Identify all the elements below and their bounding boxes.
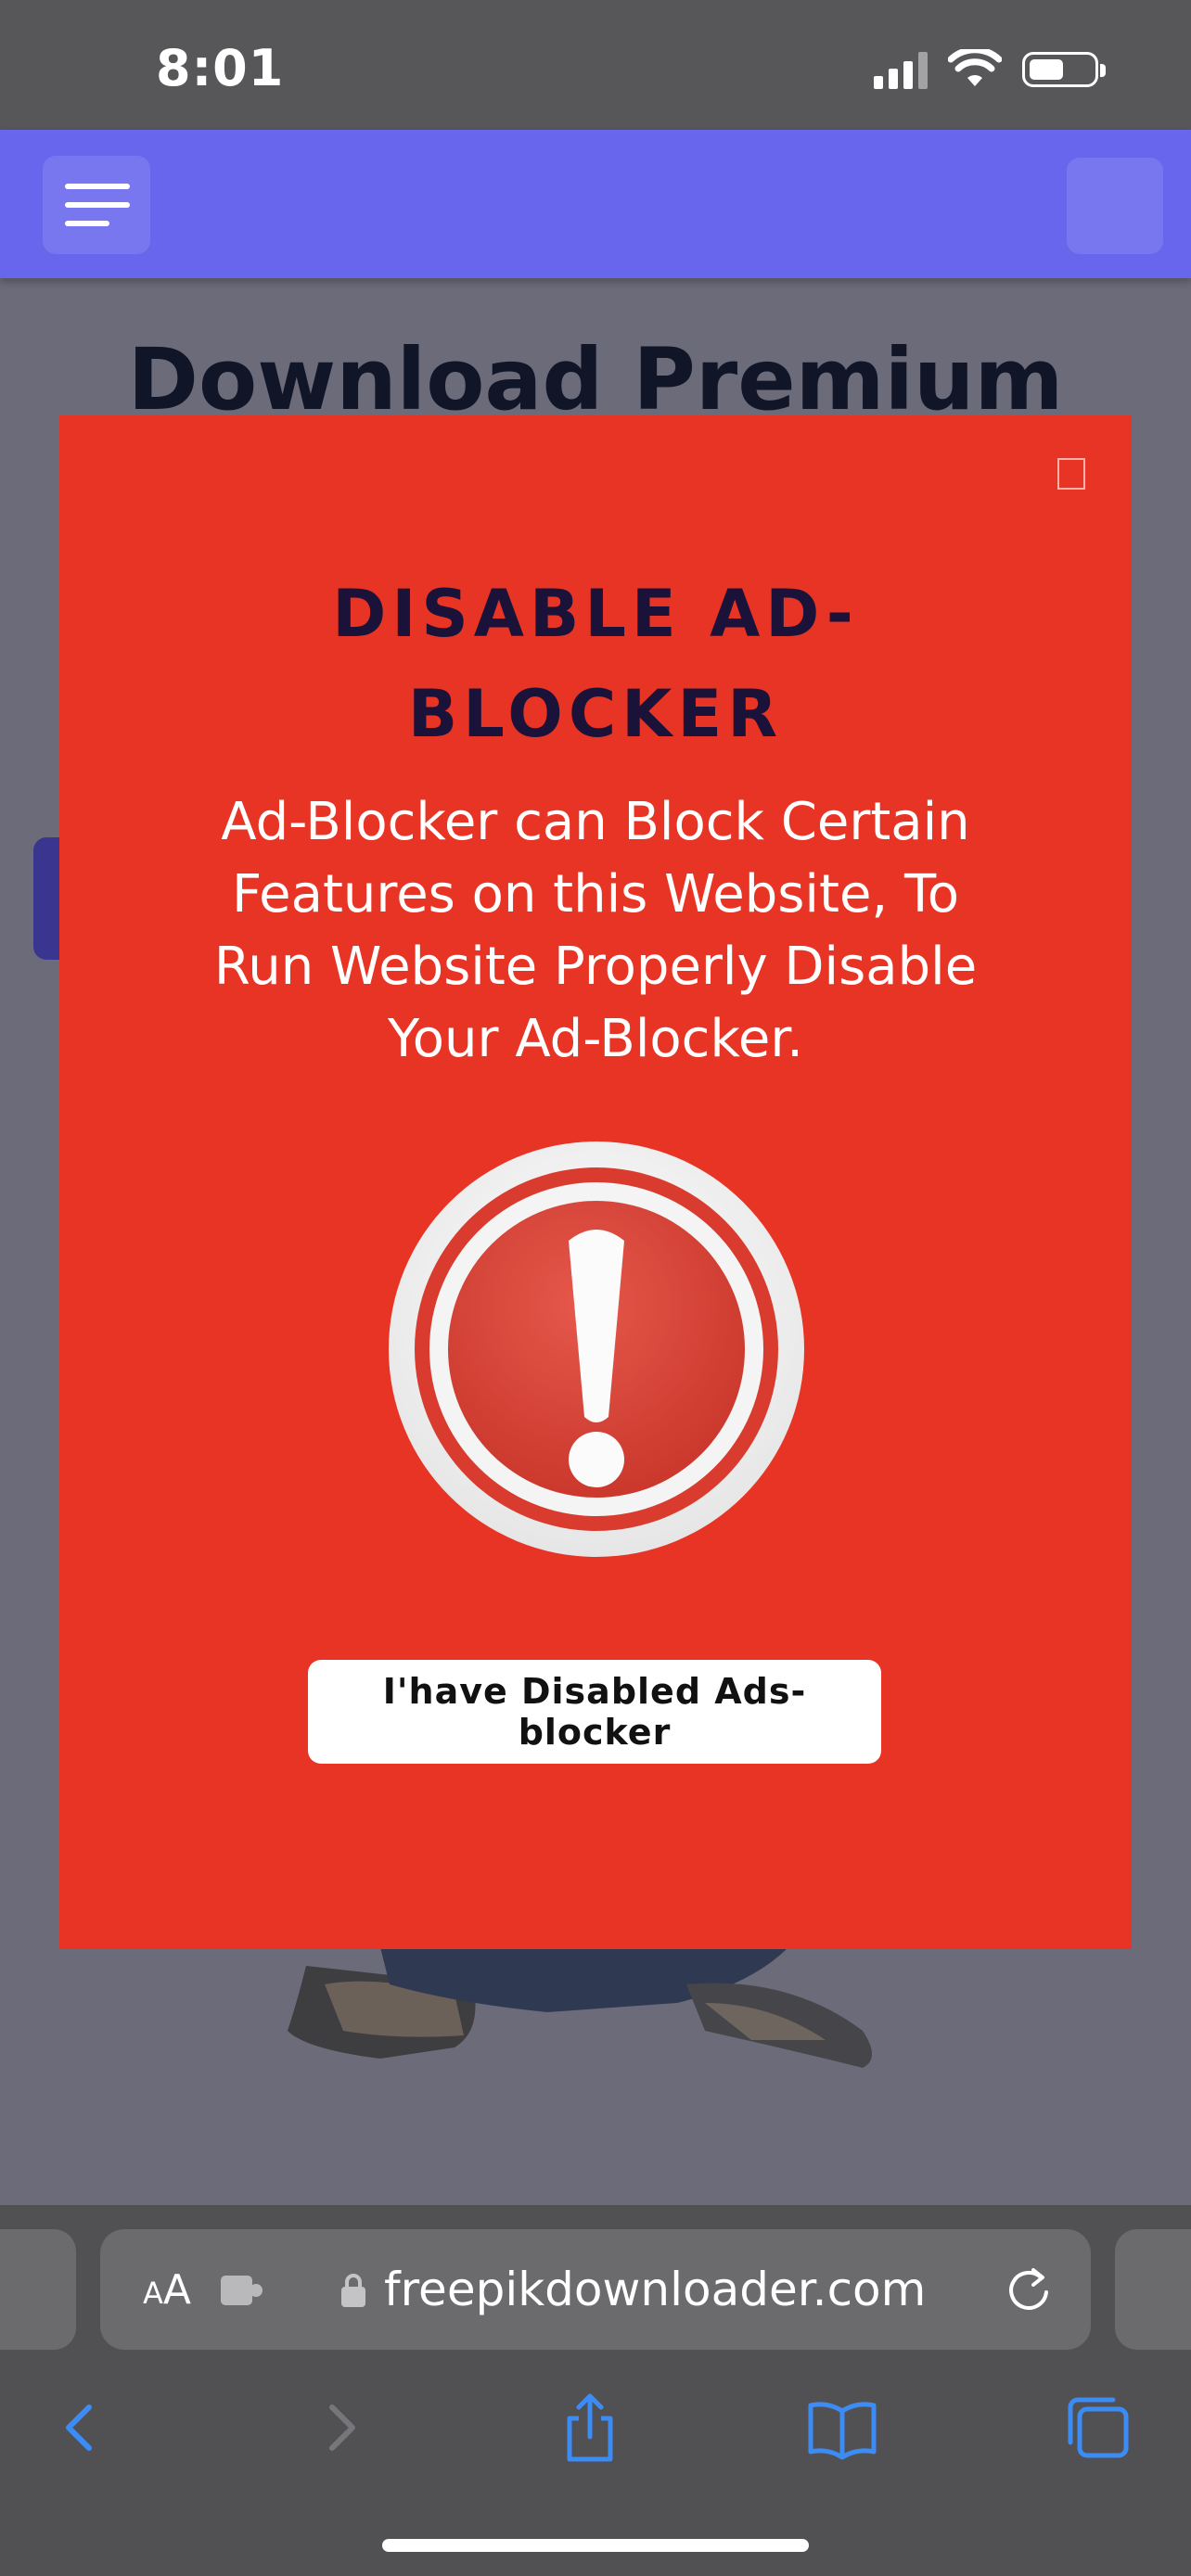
home-indicator[interactable]	[382, 2539, 809, 2552]
status-bar: 8:01	[0, 0, 1191, 130]
book-icon[interactable]	[805, 2391, 879, 2465]
disabled-adblocker-button[interactable]: I'have Disabled Ads-blocker	[308, 1660, 881, 1764]
exclamation-alert-icon	[389, 1141, 804, 1557]
status-icons	[874, 46, 1106, 93]
modal-body-line: Ad-Blocker can Block Certain	[221, 792, 970, 852]
close-icon[interactable]	[1057, 458, 1085, 490]
browser-toolbar: AA freepikdownloader.com	[0, 2205, 1191, 2576]
adblock-modal: DISABLE AD- BLOCKER Ad-Blocker can Block…	[59, 415, 1132, 1949]
reload-icon[interactable]	[1004, 2264, 1054, 2315]
background-photo	[288, 1947, 872, 2068]
modal-heading: DISABLE AD- BLOCKER	[59, 564, 1132, 764]
chevron-right-icon[interactable]	[302, 2391, 377, 2465]
text-size-button[interactable]: AA	[143, 2266, 191, 2314]
url-text[interactable]: freepikdownloader.com	[384, 2263, 926, 2316]
browser-nav-row	[0, 2391, 1191, 2493]
modal-body-line: Your Ad-Blocker.	[387, 1009, 804, 1069]
chevron-left-icon[interactable]	[45, 2391, 119, 2465]
site-header	[0, 130, 1191, 278]
modal-heading-line1: DISABLE AD-	[332, 576, 859, 652]
puzzle-extension-icon[interactable]	[219, 2272, 265, 2309]
tabs-icon[interactable]	[1059, 2391, 1133, 2465]
page-title: Download Premium	[127, 343, 1064, 417]
modal-body-text: Ad-Blocker can Block Certain Features on…	[171, 786, 1020, 1076]
modal-heading-line2: BLOCKER	[407, 676, 784, 752]
cellular-signal-icon	[874, 50, 928, 89]
address-bar[interactable]: AA freepikdownloader.com	[100, 2229, 1091, 2350]
status-time: 8:01	[156, 39, 285, 97]
header-action-button[interactable]	[1067, 158, 1163, 254]
next-tab-preview[interactable]	[1115, 2229, 1191, 2350]
previous-tab-preview[interactable]	[0, 2229, 76, 2350]
share-icon[interactable]	[553, 2391, 627, 2465]
lock-icon	[341, 2274, 365, 2307]
wifi-icon	[948, 49, 1002, 86]
battery-icon	[1022, 52, 1106, 87]
modal-body-line: Features on this Website, To	[232, 864, 959, 925]
modal-body-line: Run Website Properly Disable	[213, 937, 978, 997]
hamburger-icon[interactable]	[43, 156, 150, 254]
